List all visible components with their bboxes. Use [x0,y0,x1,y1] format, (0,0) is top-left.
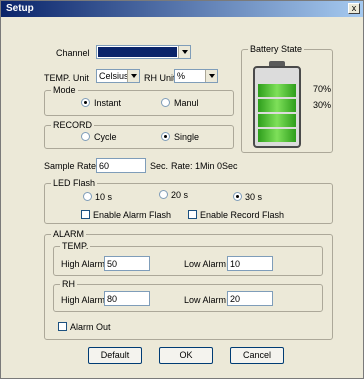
close-button[interactable]: x [348,3,360,14]
record-group: RECORD [44,120,234,149]
temp-low-alarm-input[interactable]: 10 [227,256,273,271]
record-title: RECORD [51,120,95,130]
led-10s-radio[interactable] [83,192,92,201]
rh-unit-label: RH Unit [144,73,176,83]
temp-high-alarm-value: 50 [107,259,118,269]
temp-unit-value: Celsius [99,71,129,81]
title-bar[interactable]: Setup x [1,1,363,17]
led-30s-label: 30 s [245,192,263,202]
led-flash-title: LED Flash [51,178,98,188]
enable-record-flash-label: Enable Record Flash [200,210,285,220]
channel-value: 2 [98,47,177,57]
record-cycle-label: Cycle [94,132,117,142]
battery-state-title: Battery State [248,44,305,54]
temp-high-alarm-input[interactable]: 50 [104,256,150,271]
rh-low-alarm-input[interactable]: 20 [227,291,273,306]
sample-rate-value: 60 [99,161,110,171]
battery-high-label: 70% [313,84,332,94]
ok-button[interactable]: OK [159,347,213,364]
cancel-button[interactable]: Cancel [230,347,284,364]
default-button[interactable]: Default [88,347,142,364]
led-10s-label: 10 s [95,192,113,202]
led-20s-radio[interactable] [159,190,168,199]
sample-rate-text: Rate: 1Min 0Sec [171,161,238,171]
enable-record-flash-checkbox[interactable] [188,210,197,219]
chevron-down-icon[interactable] [205,70,217,82]
mode-instant-radio[interactable] [81,98,90,107]
sample-rate-label: Sample Rate [44,161,97,171]
rh-low-alarm-label: Low Alarm [184,295,227,305]
record-single-radio[interactable] [161,132,170,141]
setup-dialog: Setup x Channel 2 TEMP. Unit Celsius RH … [0,0,364,379]
record-cycle-radio[interactable] [81,132,90,141]
chevron-down-icon[interactable] [178,46,190,58]
channel-select[interactable]: 2 [96,45,191,59]
mode-group: Mode [44,85,234,116]
channel-label: Channel [56,48,90,58]
rh-low-alarm-value: 20 [230,294,241,304]
mode-manul-label: Manul [174,98,199,108]
led-20s-label: 20 s [171,190,189,200]
temp-high-alarm-label: High Alarm [61,259,106,269]
chevron-down-icon[interactable] [127,70,139,82]
temp-unit-label: TEMP. Unit [44,73,89,83]
rh-unit-select[interactable]: % [174,69,218,83]
rh-high-alarm-label: High Alarm [61,295,106,305]
led-30s-radio[interactable] [233,192,242,201]
battery-low-label: 30% [313,100,332,110]
alarm-rh-title: RH [60,279,77,289]
temp-unit-select[interactable]: Celsius [96,69,140,83]
battery-cell [258,114,296,127]
temp-low-alarm-value: 10 [230,259,241,269]
rh-high-alarm-value: 80 [107,294,118,304]
alarm-out-checkbox[interactable] [58,322,67,331]
alarm-title: ALARM [51,229,87,239]
alarm-temp-title: TEMP. [60,241,91,251]
sample-rate-input[interactable]: 60 [96,158,146,173]
mode-title: Mode [51,85,78,95]
battery-icon [253,66,301,148]
mode-manul-radio[interactable] [161,98,170,107]
enable-alarm-flash-label: Enable Alarm Flash [93,210,172,220]
window-title: Setup [6,3,34,14]
rh-high-alarm-input[interactable]: 80 [104,291,150,306]
enable-alarm-flash-checkbox[interactable] [81,210,90,219]
battery-cell [258,129,296,142]
rh-unit-value: % [177,71,186,81]
mode-instant-label: Instant [94,98,122,108]
battery-cell [258,84,296,97]
record-single-label: Single [174,132,200,142]
battery-cell [258,99,296,112]
alarm-out-label: Alarm Out [70,322,111,332]
sample-rate-unit: Sec. [150,161,169,171]
temp-low-alarm-label: Low Alarm [184,259,227,269]
